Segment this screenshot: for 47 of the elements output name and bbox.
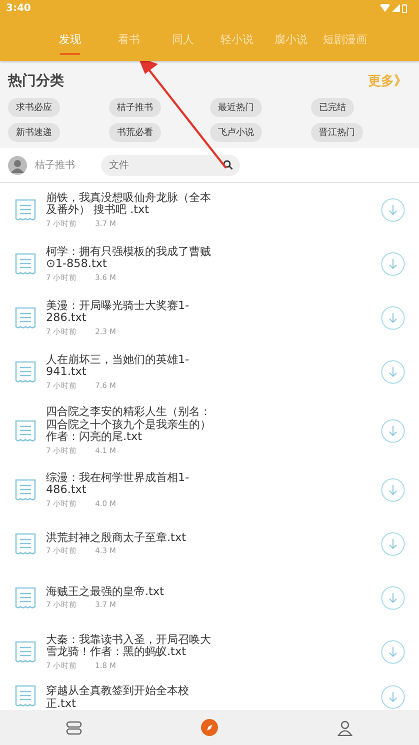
download-button[interactable]: [381, 586, 405, 610]
document-icon: [15, 479, 36, 501]
download-button[interactable]: [381, 360, 405, 384]
download-button[interactable]: [381, 685, 405, 709]
document-icon: [15, 587, 36, 609]
download-button[interactable]: [381, 252, 405, 276]
download-button[interactable]: [381, 198, 405, 222]
search-field[interactable]: 文件: [101, 154, 240, 176]
file-title: 大秦：我靠读书入圣，开局召唤大雪龙骑！作者：黑的蚂蚁.txt: [46, 634, 212, 658]
download-button[interactable]: [381, 532, 405, 556]
file-title: 洪荒封神之殷商太子至章.txt: [46, 532, 187, 544]
search-icon: [223, 160, 233, 170]
document-icon: [15, 253, 36, 275]
document-icon: [15, 685, 36, 707]
category-chip[interactable]: 已完结: [311, 98, 354, 117]
user-name: 桔子推书: [35, 158, 76, 172]
download-button[interactable]: [381, 478, 405, 502]
category-chip[interactable]: 新书速递: [8, 123, 60, 142]
file-title: 综漫：我在柯学世界成首相1-486.txt: [46, 472, 190, 496]
document-icon: [15, 533, 36, 555]
category-chip[interactable]: 飞卢小说: [210, 123, 262, 142]
category-chip[interactable]: 晋江热门: [311, 123, 363, 142]
avatar-icon: [8, 156, 27, 174]
file-title: 美漫：开局曝光骑士大奖赛1-286.txt: [46, 300, 190, 324]
document-icon: [15, 361, 36, 383]
signal-icon: [392, 4, 400, 12]
wifi-icon: [380, 4, 390, 12]
category-chip[interactable]: 最近热门: [210, 98, 262, 117]
download-button[interactable]: [381, 419, 405, 443]
document-icon: [15, 420, 36, 442]
battery-icon: [402, 4, 407, 12]
file-title: 海贼王之最强的皇帝.txt: [46, 586, 165, 598]
category-chip[interactable]: 求书必应: [8, 98, 60, 117]
document-icon: [15, 199, 36, 221]
document-icon: [15, 641, 36, 663]
category-chip[interactable]: 书荒必看: [109, 123, 161, 142]
section-title: 热门分类: [8, 72, 64, 90]
file-title: 人在崩坏三，当她们的英雄1-941.txt: [46, 354, 190, 378]
file-title: 崩铁，我真没想吸仙舟龙脉（全本及番外） 搜书吧 .txt: [46, 192, 212, 216]
download-button[interactable]: [381, 306, 405, 330]
category-chip[interactable]: 桔子推书: [109, 98, 161, 117]
file-title: 穿越从全真教签到开始全本校正.txt: [46, 685, 190, 710]
file-title: 柯学：拥有只强模板的我成了曹贼⊙1-858.txt: [46, 246, 212, 270]
status-time: 3:40: [6, 2, 31, 14]
download-button[interactable]: [381, 640, 405, 664]
document-icon: [15, 307, 36, 329]
file-title: 四合院之李安的精彩人生（别名：四合院之十个孩九个是我亲生的）作者：闪亮的尾.txt: [46, 406, 212, 444]
